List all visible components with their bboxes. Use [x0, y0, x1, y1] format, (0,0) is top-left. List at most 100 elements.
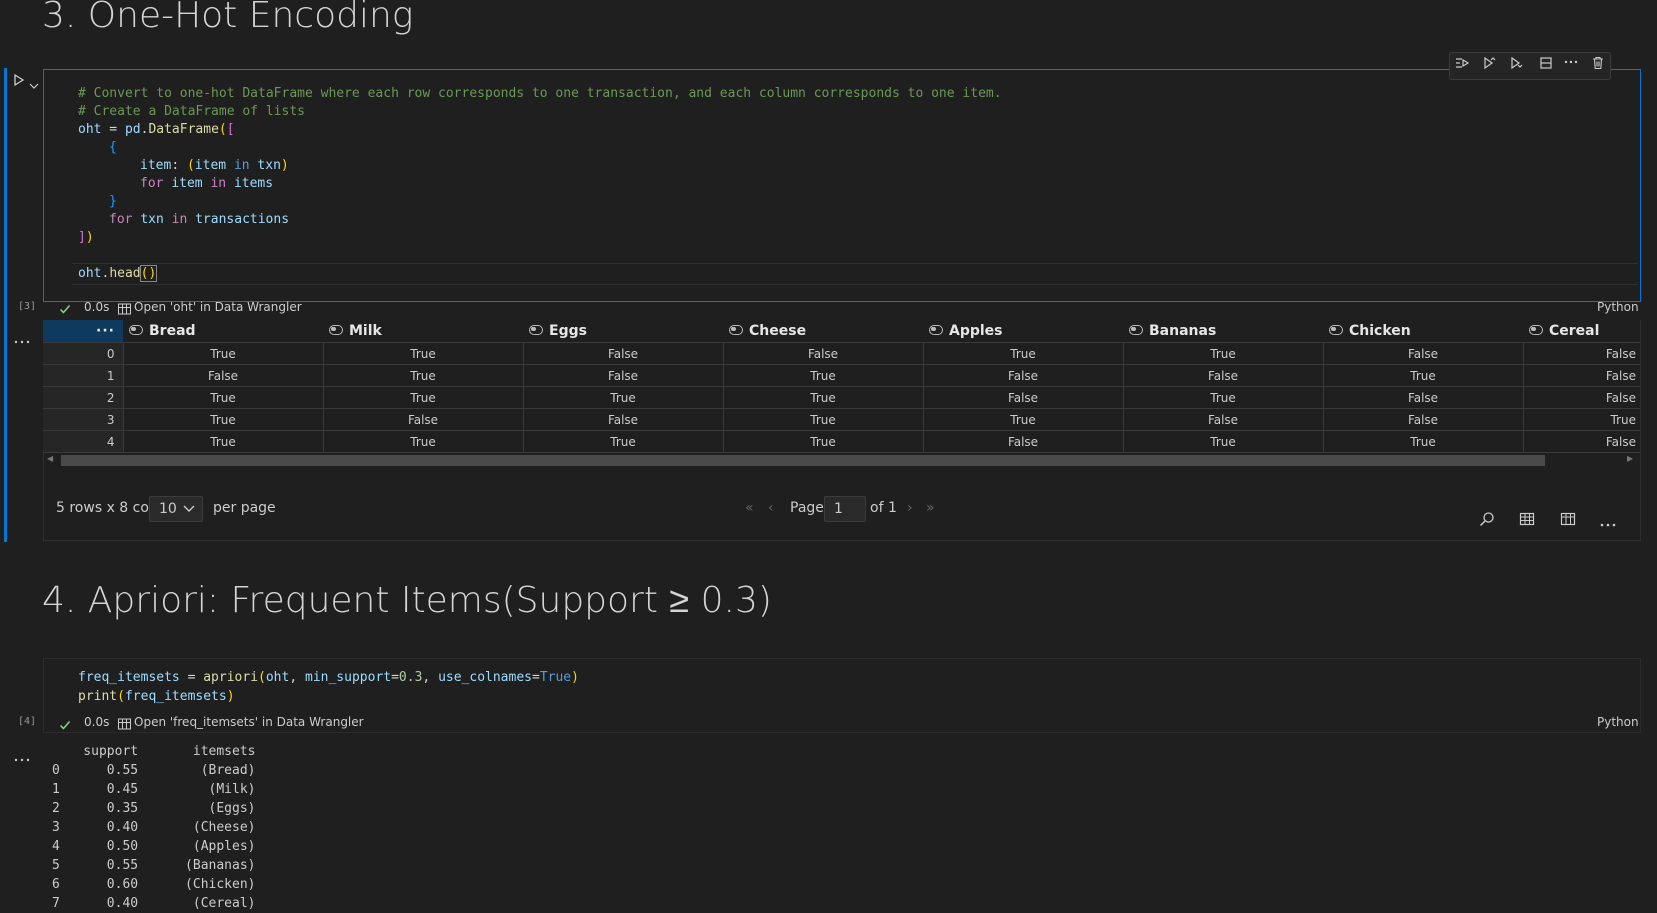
table-cell[interactable]: True [123, 386, 324, 409]
table-row[interactable]: 1 False True False True False False True… [43, 364, 1640, 387]
table-cell[interactable]: True [723, 408, 924, 431]
run-options-chevron[interactable] [29, 75, 39, 89]
column-header-apples[interactable]: Apples [923, 320, 1123, 343]
table-cell[interactable]: True [723, 386, 924, 409]
table-cell[interactable]: False [1323, 342, 1524, 365]
split-cell-button[interactable] [1536, 55, 1556, 75]
success-check-icon [59, 300, 71, 319]
table-cell[interactable]: True [1123, 430, 1324, 453]
output-collapse-bar[interactable] [4, 320, 7, 542]
table-cell[interactable]: False [1123, 364, 1324, 387]
output-more-icon[interactable] [14, 748, 30, 767]
open-data-wrangler-button[interactable] [1560, 511, 1576, 531]
table-row[interactable]: 2 True True True True False True False F… [43, 386, 1640, 409]
prev-page-button[interactable]: ‹ [768, 500, 774, 516]
more-icon[interactable]: ··· [96, 323, 115, 339]
table-cell[interactable]: False [1523, 342, 1640, 365]
boolean-type-icon [729, 325, 743, 335]
output-line: 0 0.55 (Bread) [52, 763, 256, 778]
next-page-button[interactable]: › [907, 500, 913, 516]
current-line-highlight [72, 263, 1638, 285]
table-row[interactable]: 3 True False False True True False False… [43, 408, 1640, 431]
column-header-chicken[interactable]: Chicken [1323, 320, 1523, 343]
output-line: 5 0.55 (Bananas) [52, 858, 256, 873]
table-cell[interactable]: False [1523, 430, 1640, 453]
more-actions-button[interactable] [1561, 53, 1581, 73]
play-icon [14, 73, 25, 87]
horizontal-scrollbar-thumb[interactable] [61, 455, 1545, 466]
open-in-data-wrangler-link[interactable]: Open 'freq_itemsets' in Data Wrangler [134, 715, 364, 729]
code-line: oht = pd.DataFrame([ [78, 122, 235, 137]
column-header-milk[interactable]: Milk [323, 320, 523, 343]
cell-language[interactable]: Python [1597, 300, 1639, 314]
table-cell[interactable]: False [923, 386, 1124, 409]
execute-above-button[interactable] [1452, 55, 1472, 75]
page-number-value: 1 [834, 501, 843, 517]
table-cell[interactable]: True [123, 342, 324, 365]
table-cell[interactable]: False [1123, 408, 1324, 431]
table-cell[interactable]: False [1323, 408, 1524, 431]
run-below-button[interactable] [1507, 55, 1527, 75]
table-cell[interactable]: True [1123, 342, 1324, 365]
table-cell[interactable]: True [323, 430, 524, 453]
column-header-eggs[interactable]: Eggs [523, 320, 723, 343]
table-cell[interactable]: True [1323, 364, 1524, 387]
table-row[interactable]: 4 True True True True False True True Fa… [43, 430, 1640, 453]
table-cell[interactable]: False [523, 364, 724, 387]
table-cell[interactable]: False [123, 364, 324, 387]
table-cell[interactable]: True [723, 364, 924, 387]
table-cell[interactable]: True [323, 342, 524, 365]
table-cell[interactable]: True [323, 364, 524, 387]
section-heading-3: 3. One-Hot Encoding [42, 0, 414, 36]
run-above-button[interactable] [1480, 55, 1500, 75]
run-up-icon [1484, 56, 1496, 70]
table-cell[interactable]: True [323, 386, 524, 409]
chevron-down-icon [183, 505, 195, 512]
table-cell[interactable]: False [1323, 386, 1524, 409]
open-in-data-wrangler-link[interactable]: Open 'oht' in Data Wrangler [134, 300, 302, 314]
table-cell[interactable]: False [923, 364, 1124, 387]
table-cell[interactable]: False [1523, 364, 1640, 387]
table-cell[interactable]: True [523, 430, 724, 453]
column-header-cheese[interactable]: Cheese [723, 320, 923, 343]
code-comment: # Create a DataFrame of lists [78, 104, 305, 119]
table-row[interactable]: 0 True True False False True True False … [43, 342, 1640, 365]
per-page-label: per page [213, 500, 276, 516]
table-cell[interactable]: True [123, 408, 324, 431]
table-cell[interactable]: True [723, 430, 924, 453]
table-cell[interactable]: True [923, 342, 1124, 365]
page-size-select[interactable]: 10 [149, 496, 203, 522]
table-cell[interactable]: False [323, 408, 524, 431]
column-header-cereal[interactable]: Cereal [1523, 320, 1640, 343]
execution-time: 0.0s [84, 715, 110, 729]
table-cell[interactable]: True [1123, 386, 1324, 409]
more-options-button[interactable] [1600, 513, 1616, 532]
column-header-bananas[interactable]: Bananas [1123, 320, 1323, 343]
data-wrangler-icon [118, 715, 131, 734]
cell-language[interactable]: Python [1597, 715, 1639, 729]
search-button[interactable] [1479, 511, 1495, 531]
table-cell[interactable]: True [923, 408, 1124, 431]
last-page-button[interactable]: » [926, 500, 935, 516]
table-cell[interactable]: False [523, 408, 724, 431]
table-view-button[interactable] [1519, 511, 1535, 531]
table-cell[interactable]: True [123, 430, 324, 453]
table-cell[interactable]: True [1323, 430, 1524, 453]
page-number-input[interactable]: 1 [824, 496, 866, 522]
scroll-left-arrow[interactable]: ◀ [47, 454, 53, 463]
table-cell[interactable]: True [1523, 408, 1640, 431]
index-column-header[interactable]: ··· [43, 320, 123, 343]
code-comment: # Convert to one-hot DataFrame where eac… [78, 86, 1002, 101]
table-cell[interactable]: False [1523, 386, 1640, 409]
delete-cell-button[interactable] [1588, 55, 1608, 75]
table-cell[interactable]: False [923, 430, 1124, 453]
table-cell[interactable]: True [523, 386, 724, 409]
table-cell[interactable]: False [723, 342, 924, 365]
output-more-icon[interactable] [14, 330, 30, 349]
first-page-button[interactable]: « [745, 500, 754, 516]
run-cell-button[interactable] [12, 72, 26, 87]
table-cell[interactable]: False [523, 342, 724, 365]
column-header-bread[interactable]: Bread [123, 320, 323, 343]
scroll-right-arrow[interactable]: ▶ [1627, 454, 1633, 463]
boolean-type-icon [1129, 325, 1143, 335]
